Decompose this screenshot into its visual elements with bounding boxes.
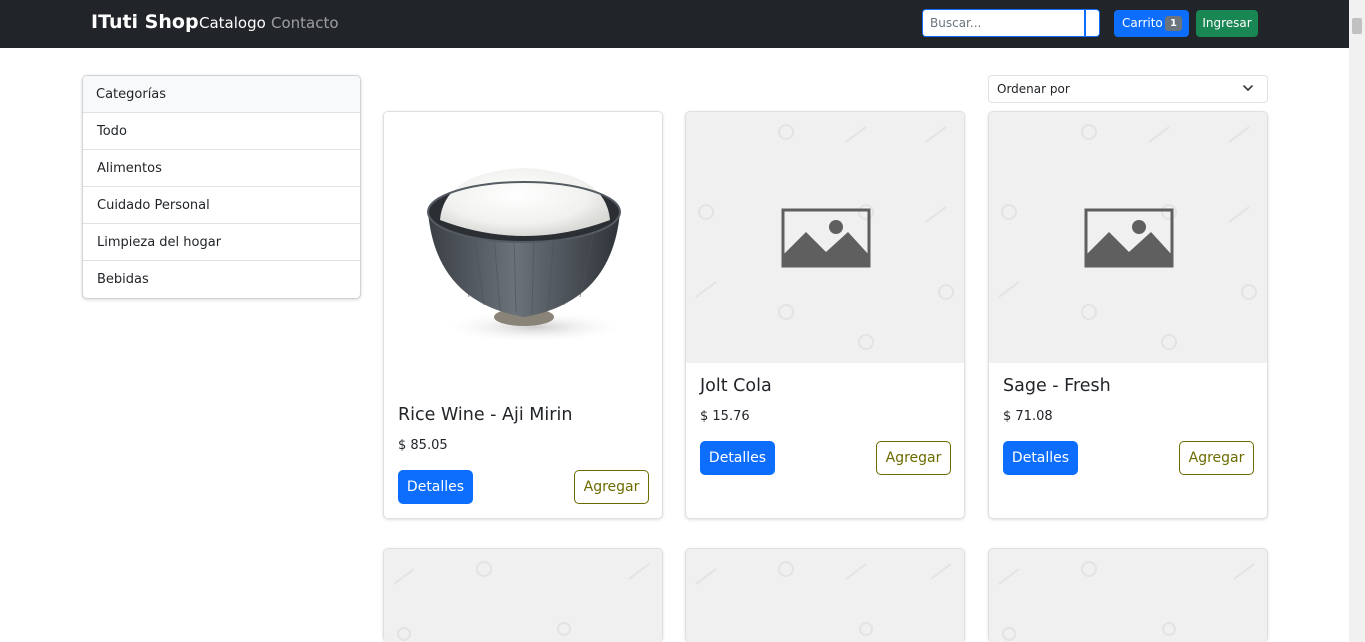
search-input[interactable] (923, 10, 1084, 36)
category-item-alimentos[interactable]: Alimentos (83, 150, 360, 187)
details-button[interactable]: Detalles (700, 441, 775, 475)
page-scrollbar[interactable] (1349, 0, 1365, 642)
placeholder-image-icon (998, 124, 1257, 350)
product-price: $ 15.76 (700, 409, 750, 424)
cart-count-badge: 1 (1165, 16, 1182, 31)
product-card: Sage - Fresh $ 71.08 Detalles Agregar (988, 111, 1268, 519)
top-navbar: ITuti Shop Catalogo Contacto Carrito 1 I… (0, 0, 1349, 48)
details-button[interactable]: Detalles (398, 470, 473, 504)
product-card (988, 548, 1268, 642)
chevron-down-icon (1243, 85, 1253, 91)
details-button[interactable]: Detalles (1003, 441, 1078, 475)
product-card: Rice Wine - Aji Mirin $ 85.05 Detalles A… (383, 111, 663, 519)
rice-bowl-image (427, 168, 629, 343)
product-image[interactable] (384, 112, 662, 392)
product-title[interactable]: Jolt Cola (700, 376, 772, 396)
cart-button[interactable]: Carrito 1 (1114, 10, 1189, 37)
product-card: Jolt Cola $ 15.76 Detalles Agregar (685, 111, 965, 519)
product-image[interactable] (989, 549, 1267, 642)
scrollbar-thumb[interactable] (1352, 18, 1362, 34)
category-item-bebidas[interactable]: Bebidas (83, 261, 360, 298)
product-image[interactable] (686, 549, 964, 642)
category-item-cuidado-personal[interactable]: Cuidado Personal (83, 187, 360, 224)
sort-select[interactable]: Ordenar por (988, 75, 1268, 103)
product-title[interactable]: Sage - Fresh (1003, 376, 1111, 396)
product-image[interactable] (686, 112, 964, 363)
product-image[interactable] (989, 112, 1267, 363)
product-price: $ 71.08 (1003, 409, 1053, 424)
category-item-todo[interactable]: Todo (83, 113, 360, 150)
brand-logo[interactable]: ITuti Shop (91, 11, 199, 33)
placeholder-image-icon (695, 561, 952, 636)
product-title[interactable]: Rice Wine - Aji Mirin (398, 405, 572, 425)
nav-link-catalogo[interactable]: Catalogo (199, 14, 266, 32)
product-image[interactable] (384, 549, 662, 642)
categories-panel: Categorías Todo Alimentos Cuidado Person… (82, 75, 361, 299)
product-card (685, 548, 965, 642)
search-form (922, 9, 1100, 37)
add-to-cart-button[interactable]: Agregar (574, 470, 649, 504)
sort-selected-value: Ordenar por (997, 82, 1070, 96)
add-to-cart-button[interactable]: Agregar (876, 441, 951, 475)
category-item-limpieza-hogar[interactable]: Limpieza del hogar (83, 224, 360, 261)
product-price: $ 85.05 (398, 438, 448, 453)
nav-link-contacto[interactable]: Contacto (271, 14, 339, 32)
placeholder-image-icon (998, 561, 1255, 641)
search-button[interactable] (1084, 10, 1099, 36)
login-button[interactable]: Ingresar (1196, 10, 1258, 37)
placeholder-image-icon (695, 124, 954, 350)
product-card (383, 548, 663, 642)
categories-header: Categorías (83, 76, 360, 113)
cart-label: Carrito (1122, 16, 1163, 30)
placeholder-image-icon (393, 561, 650, 641)
add-to-cart-button[interactable]: Agregar (1179, 441, 1254, 475)
